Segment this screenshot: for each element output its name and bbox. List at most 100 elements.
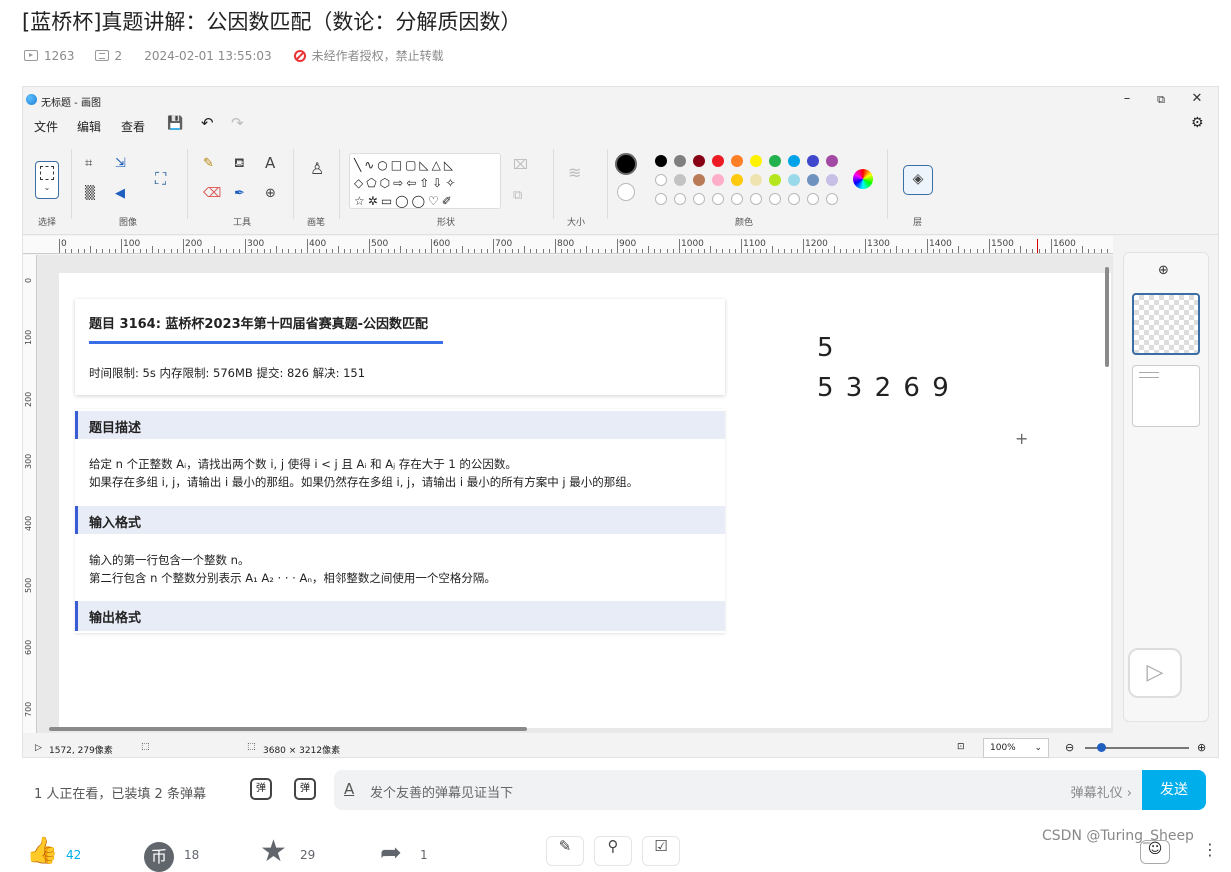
zoom-select[interactable]: 100% ⌄ (983, 738, 1049, 758)
pencil-icon[interactable]: ✎ (203, 157, 214, 170)
danmaku-toggle-icon[interactable]: 弹 (250, 778, 272, 800)
palette-swatch[interactable] (674, 155, 686, 167)
share-icon[interactable]: ➦ (380, 838, 402, 868)
palette-swatch[interactable] (655, 155, 667, 167)
palette-swatch[interactable] (731, 155, 743, 167)
ruler-tick (592, 249, 594, 253)
ruler-tick (344, 249, 346, 253)
text-tool-icon[interactable]: A (265, 156, 275, 171)
palette-swatch[interactable] (788, 155, 800, 167)
menu-view[interactable]: 查看 (121, 118, 145, 135)
palette-swatch[interactable] (750, 155, 762, 167)
like-icon[interactable]: 👍 (26, 836, 58, 866)
resize-icon[interactable]: ⇲ (115, 157, 126, 170)
crop-icon[interactable]: ⌗ (85, 157, 92, 170)
palette-swatch[interactable] (731, 174, 743, 186)
custom-color-slot[interactable] (693, 193, 705, 205)
secondary-color-swatch[interactable] (617, 183, 635, 201)
undo-icon[interactable]: ↶ (201, 114, 214, 132)
zoom-out-icon[interactable]: ⊖ (1065, 741, 1074, 754)
save-icon[interactable]: 💾 (167, 116, 183, 131)
horizontal-scrollbar[interactable] (49, 727, 527, 731)
shapes-gallery[interactable]: ╲∿○□▢◺△◺ ◇⬠⬡⇨⇦⇧⇩✧ ☆✲▭◯◯♡✐ (349, 153, 501, 209)
custom-color-slot[interactable] (712, 193, 724, 205)
favorite-icon[interactable]: ★ (260, 834, 287, 869)
custom-color-slot[interactable] (655, 193, 667, 205)
select-tool-button[interactable]: ⌄ (35, 161, 59, 199)
minimize-button[interactable]: – (1117, 91, 1137, 106)
color-picker-icon[interactable]: ✒ (234, 187, 245, 200)
ruler-tick (635, 249, 637, 253)
menu-edit[interactable]: 编辑 (77, 118, 101, 135)
danmaku-input[interactable]: A 发个友善的弹幕见证当下 弹幕礼仪 › (334, 770, 1144, 810)
menu-file[interactable]: 文件 (34, 118, 58, 135)
layer-thumbnail-2[interactable] (1132, 365, 1200, 427)
danmaku-etiquette-link[interactable]: 弹幕礼仪 › (1071, 782, 1132, 801)
forbidden-icon (293, 49, 306, 62)
add-layer-icon[interactable]: ⊕ (1158, 263, 1169, 278)
floating-player-icon[interactable]: ▷ (1128, 648, 1182, 698)
custom-color-slot[interactable] (826, 193, 838, 205)
custom-color-slot[interactable] (807, 193, 819, 205)
send-button[interactable]: 发送 (1142, 770, 1206, 810)
drawing-canvas[interactable]: 题目 3164: 蓝桥杯2023年第十四届省赛真题-公因数匹配 时间限制: 5s… (59, 273, 1111, 728)
ruler-tick (1075, 249, 1077, 253)
coin-icon[interactable]: 币 (144, 842, 174, 872)
palette-swatch[interactable] (788, 174, 800, 186)
maximize-button[interactable]: ⧉ (1151, 93, 1171, 107)
danmaku-settings-icon[interactable]: 弹 (294, 778, 316, 800)
ruler-tick (108, 249, 110, 253)
size-icon[interactable]: ≋ (568, 165, 581, 181)
ruler-tick (927, 239, 928, 253)
palette-swatch[interactable] (674, 174, 686, 186)
zoom-slider-thumb[interactable] (1097, 743, 1106, 752)
ruler-label: 1400 (929, 239, 952, 249)
zoom-slider[interactable] (1085, 743, 1189, 752)
palette-swatch[interactable] (807, 174, 819, 186)
pin-icon[interactable]: ⚲ (594, 836, 632, 866)
palette-swatch[interactable] (769, 155, 781, 167)
primary-color-swatch[interactable] (615, 153, 637, 175)
magnifier-icon[interactable]: ⊕ (265, 187, 276, 200)
outline-icon[interactable]: ⌧ (513, 159, 528, 172)
palette-swatch[interactable] (750, 174, 762, 186)
layer-thumbnail-1[interactable] (1132, 293, 1200, 355)
palette-swatch[interactable] (826, 174, 838, 186)
custom-color-slot[interactable] (674, 193, 686, 205)
fill-bucket-icon[interactable]: ⛾ (234, 157, 245, 170)
palette-swatch[interactable] (826, 155, 838, 167)
rotate-icon[interactable]: ▒ (85, 187, 95, 200)
report-icon[interactable]: ☑ (642, 836, 680, 866)
ruler-tick (176, 249, 178, 253)
palette-swatch[interactable] (693, 174, 705, 186)
ruler-tick (753, 249, 755, 253)
custom-color-slot[interactable] (750, 193, 762, 205)
edit-colors-icon[interactable] (853, 169, 873, 189)
custom-color-slot[interactable] (769, 193, 781, 205)
layers-icon[interactable]: ◈ (903, 165, 933, 195)
settings-gear-icon[interactable]: ⚙ (1191, 115, 1204, 131)
palette-swatch[interactable] (807, 155, 819, 167)
palette-swatch[interactable] (693, 155, 705, 167)
zoom-in-icon[interactable]: ⊕ (1197, 741, 1206, 754)
palette-swatch[interactable] (712, 155, 724, 167)
fit-to-window-icon[interactable]: ⊡ (957, 742, 965, 752)
redo-icon[interactable]: ↷ (231, 114, 244, 132)
more-icon[interactable]: ⋮ (1202, 840, 1218, 859)
palette-swatch[interactable] (655, 174, 667, 186)
text-style-icon[interactable]: A (344, 780, 354, 798)
custom-color-slot[interactable] (788, 193, 800, 205)
title-underline (89, 341, 443, 344)
mascot-icon[interactable]: ☺ (1140, 840, 1170, 864)
image-tools-icon[interactable]: ⛶ (155, 171, 166, 187)
note-icon[interactable]: ✎ (546, 836, 584, 866)
flip-icon[interactable]: ◀ (115, 187, 125, 200)
eraser-icon[interactable]: ⌫ (203, 187, 221, 200)
shape-fill-icon[interactable]: ⧉ (513, 189, 522, 202)
palette-swatch[interactable] (712, 174, 724, 186)
brush-icon[interactable]: ♙ (310, 161, 324, 177)
close-button[interactable]: ✕ (1187, 91, 1207, 106)
palette-swatch[interactable] (769, 174, 781, 186)
custom-color-slot[interactable] (731, 193, 743, 205)
vertical-scrollbar[interactable] (1105, 267, 1109, 367)
